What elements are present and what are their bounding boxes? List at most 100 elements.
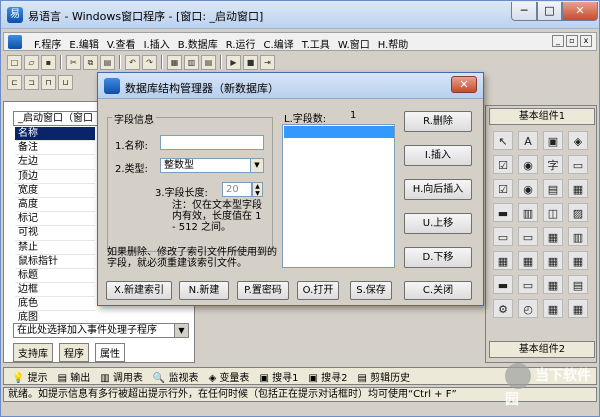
frame-icon[interactable]: ◫ — [543, 203, 563, 222]
tab-properties[interactable]: 属性 — [95, 343, 125, 362]
text-icon[interactable]: 字 — [543, 155, 563, 174]
property-row[interactable]: 边框 — [15, 283, 95, 298]
chevron-down-icon[interactable]: ▼ — [174, 324, 188, 337]
image-icon[interactable]: ▦ — [518, 251, 538, 270]
timer-icon[interactable]: ◴ — [518, 299, 538, 318]
table-icon[interactable]: ▦ — [543, 227, 563, 246]
tab-support-library[interactable]: 支持库 — [13, 343, 53, 362]
new-index-button[interactable]: X.新建索引 — [106, 281, 172, 300]
maximize-button[interactable]: □ — [537, 2, 562, 21]
property-row[interactable]: 可视 — [15, 226, 95, 241]
close-button[interactable]: ✕ — [562, 2, 598, 21]
tab-search-1[interactable]: ▣ 搜寻1 — [259, 369, 298, 384]
list-icon[interactable]: ▤ — [568, 275, 588, 294]
name-input[interactable] — [160, 135, 264, 150]
save-button[interactable]: S.保存 — [350, 281, 392, 300]
property-row[interactable]: 左边 — [15, 155, 95, 170]
shape-icon[interactable]: ◈ — [568, 131, 588, 150]
tab-search-2[interactable]: ▣ 搜寻2 — [308, 369, 347, 384]
tab-variables[interactable]: ◈ 变量表 — [209, 369, 250, 384]
property-row[interactable]: 备注 — [15, 141, 95, 156]
tab-call-stack[interactable]: ▥ 调用表 — [100, 369, 143, 384]
listbox-icon[interactable]: ▤ — [543, 179, 563, 198]
progress-icon[interactable]: ▬ — [493, 275, 513, 294]
label-icon[interactable]: A — [518, 131, 538, 150]
open-folder-icon[interactable]: ▱ — [24, 54, 39, 70]
insert-after-button[interactable]: H.向后插入 — [404, 179, 472, 200]
component-group-2-header[interactable]: 基本组件2 — [489, 341, 595, 358]
picture-box-icon[interactable]: ▣ — [543, 131, 563, 150]
checkbox-icon[interactable]: ☑ — [493, 179, 513, 198]
tab-watch[interactable]: 🔍 监视表 — [153, 369, 199, 384]
button-icon[interactable]: ▭ — [493, 227, 513, 246]
network-icon[interactable]: ▦ — [568, 299, 588, 318]
tab-program[interactable]: 程序 — [59, 343, 89, 362]
checkbox-icon[interactable]: ☑ — [493, 155, 513, 174]
menu-help[interactable]: H.帮助 — [378, 36, 409, 51]
property-row[interactable]: 高度 — [15, 198, 95, 213]
new-button[interactable]: N.新建 — [179, 281, 229, 300]
grid-icon[interactable]: ▦ — [568, 179, 588, 198]
textbox-icon[interactable]: ▭ — [568, 155, 588, 174]
layout-icon[interactable]: ▦ — [167, 54, 182, 70]
move-down-button[interactable]: D.下移 — [404, 247, 472, 268]
mdi-minimize-button[interactable]: _ — [552, 35, 564, 47]
menu-program[interactable]: F.程序 — [34, 36, 61, 51]
menu-window[interactable]: W.窗口 — [338, 36, 370, 51]
mdi-restore-button[interactable]: ▫ — [566, 35, 578, 47]
open-button[interactable]: O.打开 — [297, 281, 339, 300]
set-password-button[interactable]: P.置密码 — [237, 281, 289, 300]
chart-icon[interactable]: ▦ — [543, 251, 563, 270]
menu-insert[interactable]: I.插入 — [144, 36, 170, 51]
property-row[interactable]: 顶边 — [15, 170, 95, 184]
delete-button[interactable]: R.删除 — [404, 111, 472, 132]
chevron-down-icon[interactable]: ▼ — [250, 159, 263, 172]
copy-icon[interactable]: ⧉ — [83, 54, 98, 70]
dialog-close-button[interactable]: ✕ — [451, 76, 477, 93]
component-group-1-header[interactable]: 基本组件1 — [489, 108, 595, 125]
layout-icon[interactable]: ▤ — [201, 54, 216, 70]
move-up-button[interactable]: U.上移 — [404, 213, 472, 234]
menu-edit[interactable]: E.编辑 — [69, 36, 99, 51]
image-icon[interactable]: ▦ — [493, 251, 513, 270]
stop-icon[interactable]: ■ — [243, 54, 258, 70]
align-right-icon[interactable]: ⊓ — [41, 74, 56, 90]
tab-output[interactable]: ▤ 输出 — [58, 369, 91, 384]
menu-compile[interactable]: C.编译 — [264, 36, 294, 51]
save-icon[interactable]: ▪ — [41, 54, 56, 70]
property-row[interactable]: 标题 — [15, 269, 95, 284]
length-input[interactable]: 20 — [222, 182, 252, 197]
new-file-icon[interactable]: □ — [7, 54, 22, 70]
cut-icon[interactable]: ✂ — [66, 54, 81, 70]
window-icon[interactable]: ▦ — [543, 275, 563, 294]
panel-icon[interactable]: ▨ — [568, 203, 588, 222]
scrollbar-icon[interactable]: ▬ — [493, 203, 513, 222]
align-center-icon[interactable]: ⊐ — [24, 74, 39, 90]
minimize-button[interactable]: ─ — [511, 2, 537, 21]
pointer-icon[interactable]: ↖ — [493, 131, 513, 150]
dialog-close-action-button[interactable]: C.关闭 — [404, 281, 472, 300]
tab-clip-history[interactable]: ▤ 剪辑历史 — [357, 369, 410, 384]
layout-icon[interactable]: ▥ — [184, 54, 199, 70]
event-select[interactable]: 在此处选择加入事件处理子程序 ▼ — [13, 323, 189, 338]
radio-icon[interactable]: ◉ — [518, 155, 538, 174]
undo-icon[interactable]: ↶ — [125, 54, 140, 70]
length-spinner[interactable]: ▲ ▼ — [252, 182, 263, 197]
property-row[interactable]: 标记 — [15, 212, 95, 227]
menu-database[interactable]: B.数据库 — [178, 36, 218, 51]
property-row[interactable]: 宽度 — [15, 184, 95, 198]
mdi-close-button[interactable]: x — [580, 35, 592, 47]
radio-icon[interactable]: ◉ — [518, 179, 538, 198]
menu-view[interactable]: V.查看 — [107, 36, 136, 51]
redo-icon[interactable]: ↷ — [142, 54, 157, 70]
property-row[interactable]: 鼠标指针 — [15, 255, 95, 269]
tab-icon[interactable]: ▥ — [568, 227, 588, 246]
insert-button[interactable]: I.插入 — [404, 145, 472, 166]
property-row[interactable]: 底色 — [15, 297, 95, 312]
network-icon[interactable]: ▦ — [543, 299, 563, 318]
tab-hint[interactable]: 💡 提示 — [12, 369, 48, 384]
media-icon[interactable]: ▦ — [568, 251, 588, 270]
paste-icon[interactable]: ▤ — [100, 54, 115, 70]
menu-tools[interactable]: T.工具 — [302, 36, 330, 51]
debug-icon[interactable]: ⇥ — [260, 54, 275, 70]
